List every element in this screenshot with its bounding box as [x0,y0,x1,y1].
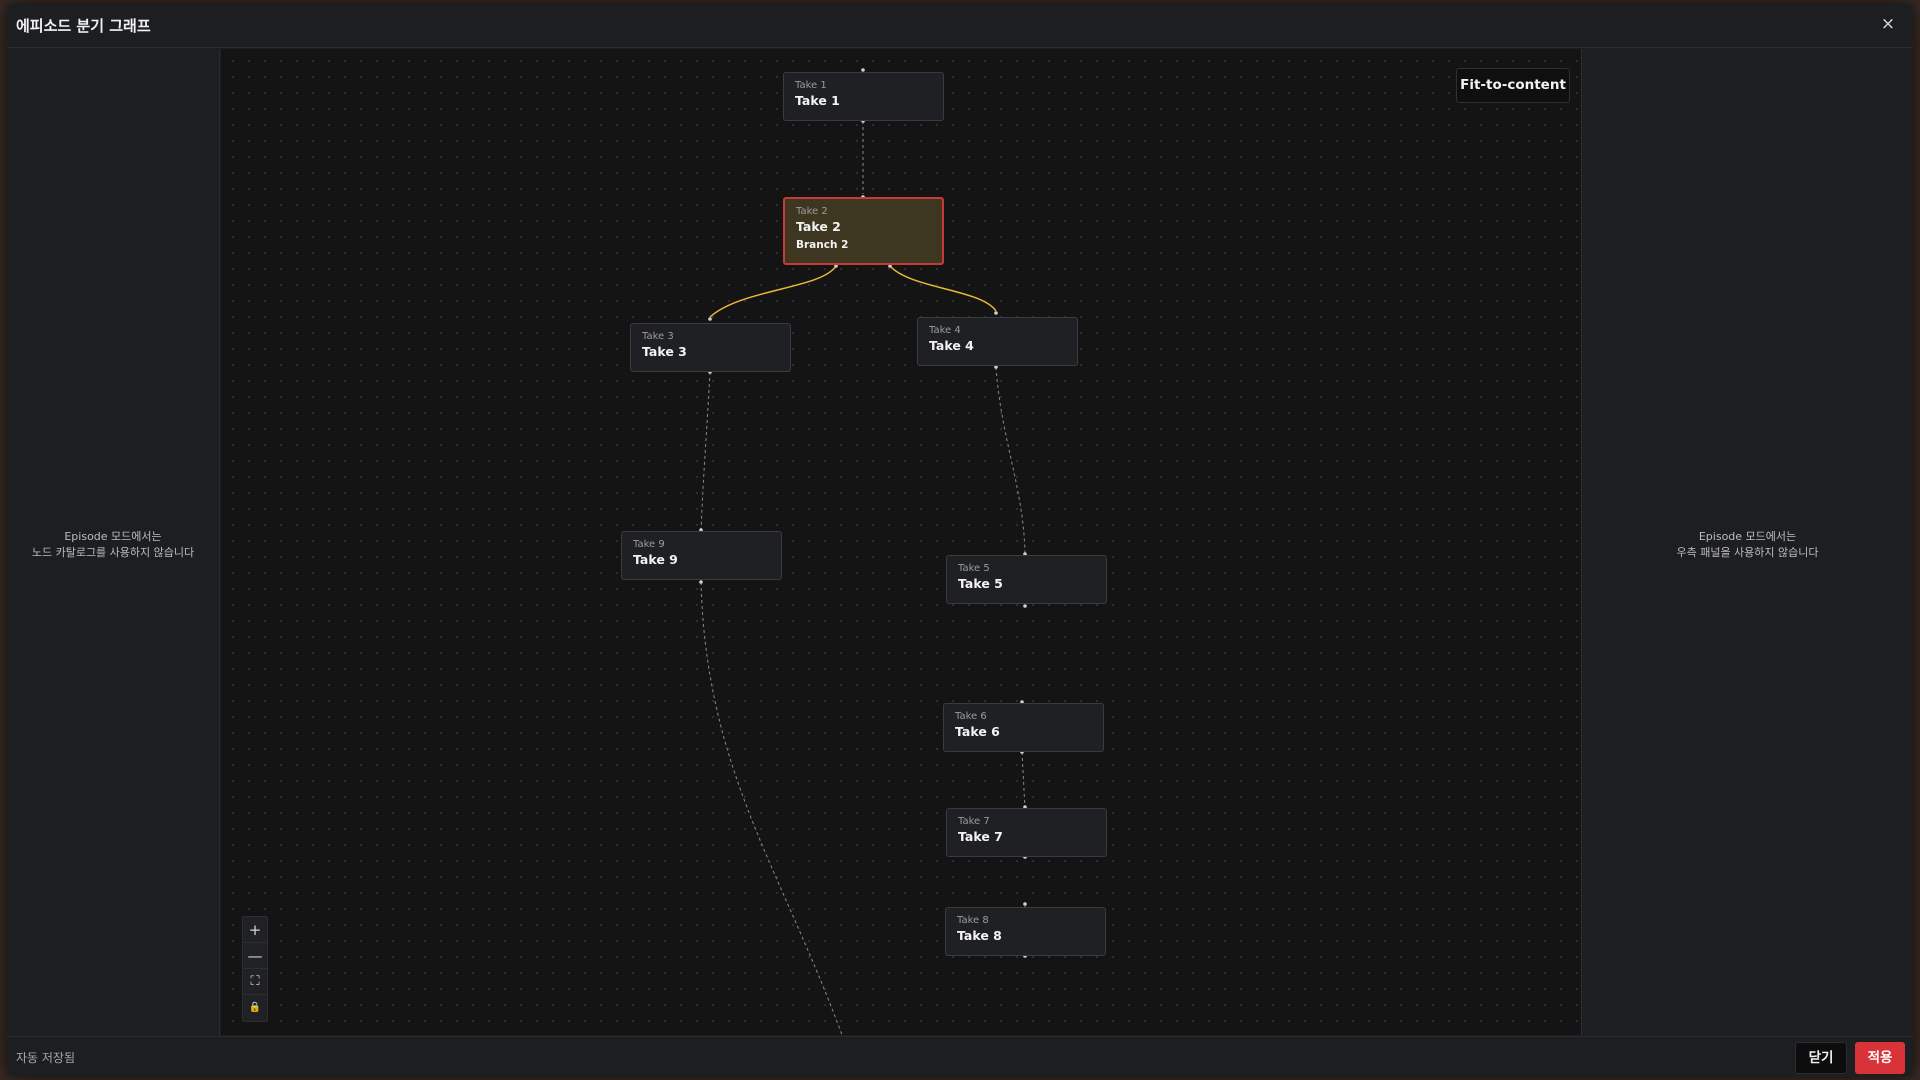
graph-canvas[interactable]: Take 1 Take 1 Take 2 Take 2 Branch 2 Tak… [221,49,1581,1035]
node-title: Take 9 [633,552,678,567]
fit-view-icon[interactable]: ⛶ [243,969,267,995]
node-subtitle: Take 5 [958,563,990,574]
fit-to-content-button[interactable]: Fit-to-content [1456,68,1570,103]
node-catalog-panel: Episode 모드에서는 노드 카탈로그를 사용하지 않습니다 [7,49,220,1035]
node-subtitle: Take 9 [633,539,665,550]
right-panel: Episode 모드에서는 우측 패널을 사용하지 않습니다 [1581,49,1913,1035]
left-panel-message: Episode 모드에서는 노드 카탈로그를 사용하지 않습니다 [7,529,219,561]
right-panel-message-line2: 우측 패널을 사용하지 않습니다 [1676,546,1819,559]
node-take4[interactable]: Take 4 Take 4 [917,317,1078,366]
node-take8[interactable]: Take 8 Take 8 [945,907,1106,956]
node-subtitle: Take 3 [642,331,674,342]
node-subtitle: Take 1 [795,80,827,91]
zoom-controls: + — ⛶ 🔒 [242,916,268,1022]
node-title: Take 3 [642,344,687,359]
node-subtitle: Take 4 [929,325,961,336]
edge-take6-take7 [1021,751,1026,810]
zoom-in-icon[interactable]: + [243,917,267,943]
modal-header: 에피소드 분기 그래프 × [7,4,1913,48]
handle[interactable] [708,317,712,321]
episode-graph-modal: 에피소드 분기 그래프 × Episode 모드에서는 노드 카탈로그를 사용하… [7,4,1913,1076]
zoom-out-icon[interactable]: — [243,943,267,969]
handle[interactable] [1023,604,1027,608]
node-take2[interactable]: Take 2 Take 2 Branch 2 [783,197,944,265]
node-subtitle: Take 8 [957,915,989,926]
node-title: Take 6 [955,724,1000,739]
node-subtitle: Take 2 [796,206,828,217]
apply-button[interactable]: 적용 [1855,1042,1905,1074]
handle[interactable] [1023,902,1027,906]
close-button[interactable]: 닫기 [1795,1042,1847,1074]
node-subtitle: Take 6 [955,711,987,722]
lock-icon[interactable]: 🔒 [243,995,267,1021]
left-panel-message-line2: 노드 카탈로그를 사용하지 않습니다 [31,546,195,559]
node-take9[interactable]: Take 9 Take 9 [621,531,782,580]
node-title: Take 7 [958,829,1003,844]
close-icon[interactable]: × [1877,13,1899,35]
modal-footer: 자동 저장됨 닫기 적용 [7,1036,1913,1076]
handle[interactable] [994,311,998,315]
right-panel-message: Episode 모드에서는 우측 패널을 사용하지 않습니다 [1582,529,1913,561]
edge-take4-take5 [995,366,1026,556]
node-take6[interactable]: Take 6 Take 6 [943,703,1104,752]
node-branch-label: Branch 2 [796,239,849,251]
modal-title: 에피소드 분기 그래프 [16,17,151,35]
edge-take9-offscreen [700,581,843,1035]
right-panel-message-line1: Episode 모드에서는 [1698,530,1797,543]
node-subtitle: Take 7 [958,816,990,827]
edge-take3-take9 [700,371,711,532]
node-title: Take 1 [795,93,840,108]
node-title: Take 4 [929,338,974,353]
node-title: Take 8 [957,928,1002,943]
node-take1[interactable]: Take 1 Take 1 [783,72,944,121]
node-title: Take 2 [796,219,841,234]
edge-take2-take3 [709,265,837,318]
handle[interactable] [699,580,703,584]
edge-take2-take4 [889,265,997,312]
autosave-status: 자동 저장됨 [16,1051,76,1065]
node-take5[interactable]: Take 5 Take 5 [946,555,1107,604]
node-title: Take 5 [958,576,1003,591]
left-panel-message-line1: Episode 모드에서는 [64,530,162,543]
node-take3[interactable]: Take 3 Take 3 [630,323,791,372]
node-take7[interactable]: Take 7 Take 7 [946,808,1107,857]
